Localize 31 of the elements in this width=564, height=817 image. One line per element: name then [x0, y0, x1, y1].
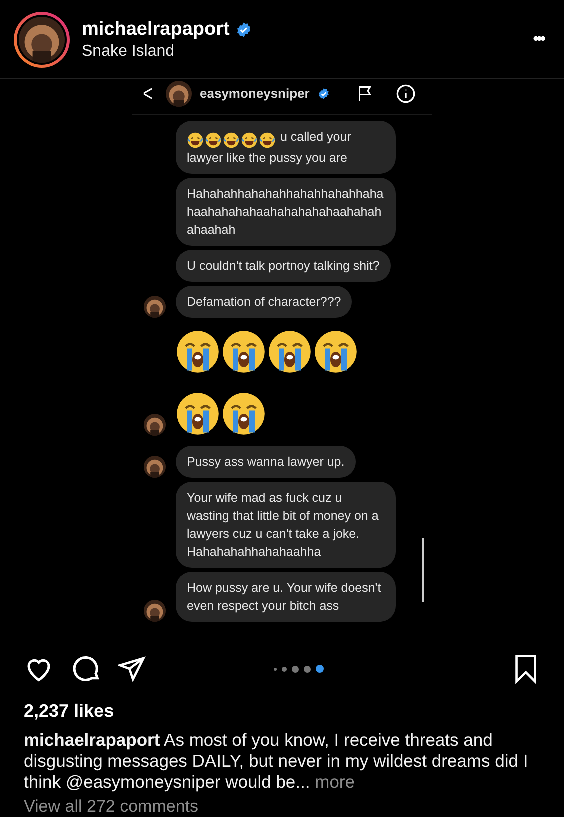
message-bubble: u called your lawyer like the pussy you are: [176, 121, 396, 174]
crying-face-icon: [268, 330, 312, 374]
message-bubble: Hahahahhahahahhahahhahahhaha haahahahahaahahahahahaahahah ahaahah: [176, 178, 396, 246]
message-bubble: Pussy ass wanna lawyer up.: [176, 446, 356, 478]
crying-face-icon: [176, 392, 220, 436]
laughing-face-icon: [187, 132, 204, 150]
more-options-button[interactable]: •••: [533, 28, 550, 52]
username[interactable]: michaelrapaport: [82, 18, 230, 42]
message-bubble: How pussy are u. Your wife doesn't even respect your bitch ass: [176, 572, 396, 622]
more-link[interactable]: more: [315, 772, 355, 792]
laughing-face-icon: [259, 132, 276, 150]
message-bubble: Defamation of character???: [176, 286, 352, 318]
view-comments-link[interactable]: View all 272 comments: [24, 797, 540, 817]
likes-count[interactable]: 2,237 likes: [24, 700, 540, 722]
crying-face-icon: [222, 330, 266, 374]
laughing-face-icon: [223, 132, 240, 150]
comment-icon[interactable]: [72, 654, 102, 684]
message-bubble: Your wife mad as fuck cuz u wasting that little bit of money on a lawyers cuz u can't take a joke. Hahahahahhahahaahha: [176, 482, 396, 568]
back-button[interactable]: <: [140, 83, 156, 105]
location-text[interactable]: Snake Island: [82, 42, 522, 62]
crying-face-icon: [222, 392, 266, 436]
info-icon[interactable]: [396, 84, 416, 104]
scrollbar: [422, 538, 424, 602]
message-bubble: U couldn't talk portnoy talking shit?: [176, 250, 391, 282]
laughing-face-icon: [205, 132, 222, 150]
crying-face-icon: [314, 330, 358, 374]
caption-text: michaelrapaport As most of you know, I receive threats and disgusting messages DAILY, but never in my wildest dreams did I think @easymoneysniper would be... more: [24, 730, 530, 793]
chat-username[interactable]: easymoneysniper: [200, 84, 310, 104]
send-icon[interactable]: [118, 655, 146, 683]
laughing-face-icon: [241, 132, 258, 150]
crying-face-icon: [176, 330, 220, 374]
